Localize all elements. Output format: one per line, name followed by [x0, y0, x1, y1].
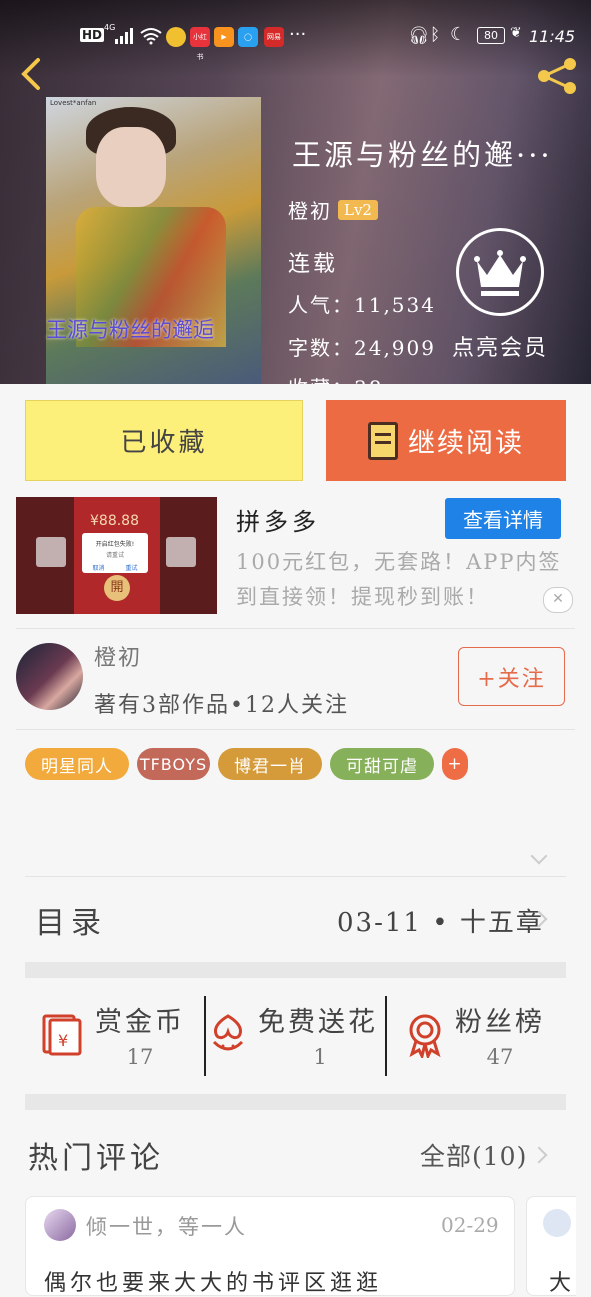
book-popularity: 人气：11,534 — [288, 293, 436, 317]
fan-ranking-label[interactable]: 粉丝榜 — [455, 1000, 545, 1039]
ad-description: 100元红包，无套路！APP内签到直接领！提现秒到账！ — [236, 550, 562, 609]
leaf-icon: ❦ — [510, 25, 522, 41]
share-button[interactable] — [536, 56, 578, 100]
ad-detail-button[interactable]: 查看详情 — [445, 498, 561, 539]
ad-name: 拼多多 — [236, 508, 320, 536]
clock: 11:45 — [529, 27, 576, 46]
divider — [204, 996, 206, 1076]
cover-watermark: Lovest*anfan — [50, 99, 97, 107]
avatar — [543, 1209, 571, 1237]
flower-icon — [208, 1012, 248, 1060]
all-comments-link[interactable]: 全部(10) — [420, 1137, 527, 1173]
vip-label: 点亮会员 — [452, 336, 549, 361]
continue-reading-button[interactable]: 继续阅读 — [326, 400, 566, 481]
book-status: 连载 — [288, 252, 339, 277]
author-avatar[interactable] — [16, 643, 83, 710]
network-type: 4G — [104, 23, 116, 32]
more-notifications-icon: ··· — [289, 24, 307, 45]
ad-image[interactable]: ¥88.88 开启红包失败! 请重试 取消 重试 開 — [16, 497, 217, 614]
medal-icon — [404, 1012, 446, 1062]
divider — [25, 876, 566, 877]
comment-user: 倾一世，等一人 — [86, 1215, 247, 1239]
section-band — [25, 1094, 566, 1110]
book-cover[interactable]: Lovest*anfan 王源与粉丝的邂逅 — [46, 97, 261, 384]
moon-icon: ☾ — [450, 24, 467, 45]
cover-title: 王源与粉丝的邂逅 — [46, 318, 214, 342]
author-name[interactable]: 橙初 — [94, 640, 142, 672]
browser-app-icon: ◯ — [238, 27, 258, 47]
ad-open-button: 開 — [104, 575, 130, 601]
tag-star-fanfic[interactable]: 明星同人 — [25, 748, 129, 780]
crown-icon — [474, 250, 526, 296]
avatar — [44, 1209, 76, 1241]
free-flower-label[interactable]: 免费送花 — [258, 1000, 378, 1039]
comment-text-peek: 大 — [549, 1271, 572, 1296]
level-badge: Lv2 — [338, 199, 378, 220]
svg-text:¥: ¥ — [58, 1031, 68, 1050]
free-flower-value: 1 — [313, 1045, 327, 1069]
catalog-label[interactable]: 目录 — [35, 898, 107, 942]
expand-chevron-icon[interactable] — [530, 847, 548, 865]
chevron-left-icon — [21, 58, 40, 90]
comment-text: 偶尔也要来大大的书评区逛逛 — [44, 1271, 383, 1296]
bluetooth-icon: ᛒ — [430, 25, 441, 45]
back-button[interactable] — [16, 56, 46, 96]
ad-amount: ¥88.88 — [90, 513, 139, 529]
book-title: 王源与粉丝的邂··· — [292, 138, 553, 172]
hot-comments-label: 热门评论 — [28, 1141, 164, 1176]
netease-icon: 网易 — [264, 27, 284, 47]
divider — [385, 996, 387, 1076]
status-bar: HD 4G 小红书 ▶ ◯ 网易 ··· 🎧︎ ᛒ ☾ 80 ❦ 11:45 — [0, 0, 591, 61]
xiaohongshu-icon: 小红书 — [190, 27, 210, 61]
book-author-row: 橙初 Lv2 — [288, 195, 378, 224]
signal-icon — [115, 28, 135, 48]
favorited-button[interactable]: 已收藏 — [25, 400, 303, 481]
comment-date: 02-29 — [441, 1213, 499, 1237]
catalog-info[interactable]: 03-11 • 十五章 — [337, 902, 544, 939]
red-envelope-icon: ¥ — [40, 1012, 84, 1060]
author-stats: 著有3部作品•12人关注 — [94, 693, 349, 718]
wifi-icon — [140, 27, 162, 49]
play-app-icon: ▶ — [214, 27, 234, 47]
book-favorites: 收藏：38 — [288, 372, 383, 384]
comment-card[interactable]: 倾一世，等一人 02-29 偶尔也要来大大的书评区逛逛 — [25, 1196, 515, 1296]
follow-button[interactable]: +关注 — [458, 647, 565, 706]
divider — [16, 628, 575, 629]
fan-ranking-value: 47 — [486, 1045, 514, 1069]
tag-sweet-angst[interactable]: 可甜可虐 — [330, 748, 434, 780]
ad-close-button[interactable]: ✕ — [543, 587, 573, 613]
section-band — [25, 962, 566, 978]
hd-indicator: HD — [80, 28, 105, 42]
tag-tfboys[interactable]: TFBOYS — [137, 748, 210, 780]
comment-card[interactable]: 大 — [526, 1196, 576, 1296]
divider — [16, 729, 575, 730]
vip-button[interactable] — [456, 228, 544, 316]
reward-coins-label[interactable]: 赏金币 — [95, 1000, 185, 1039]
headset-icon: 🎧︎ — [408, 26, 430, 46]
book-icon — [368, 421, 398, 460]
chevron-right-icon — [530, 1146, 548, 1164]
app-notification-icon — [166, 27, 186, 47]
tag-bjyx[interactable]: 博君一肖 — [218, 748, 322, 780]
ad-dialog: 开启红包失败! 请重试 取消 重试 — [82, 533, 148, 573]
book-author: 橙初 — [288, 199, 332, 223]
battery-icon: 80 — [477, 27, 505, 44]
add-tag-button[interactable]: + — [442, 748, 468, 780]
book-words: 字数：24,909 — [288, 336, 436, 360]
share-icon — [538, 58, 576, 94]
reward-coins-value: 17 — [126, 1045, 154, 1069]
